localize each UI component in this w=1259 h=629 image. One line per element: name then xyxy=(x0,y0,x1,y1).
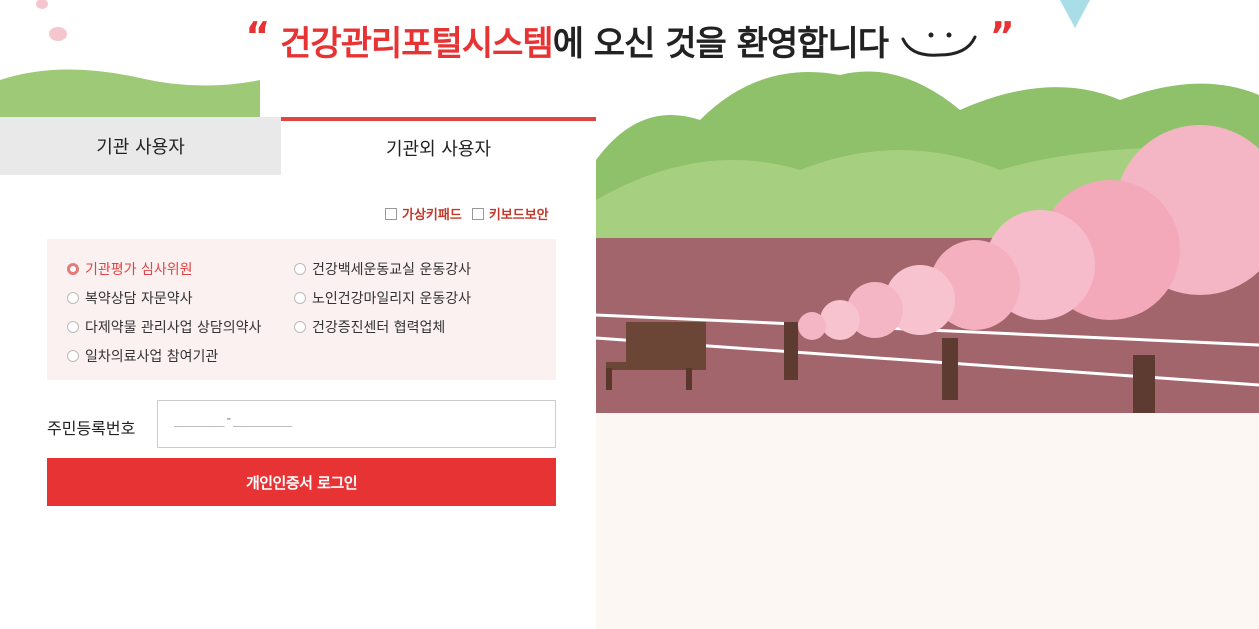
tab-institution-user[interactable]: 기관 사용자 xyxy=(0,117,281,175)
checkbox-icon xyxy=(471,207,484,220)
smile-icon xyxy=(901,32,977,57)
login-button-label: 개인인증서 로그인 xyxy=(245,473,358,492)
tab-label: 기관외 사용자 xyxy=(385,139,492,160)
keyboard-security-label: 키보드보안 xyxy=(488,208,549,223)
tab-non-institution-user[interactable]: 기관외 사용자 xyxy=(281,117,596,175)
tab-label: 기관 사용자 xyxy=(96,137,185,158)
lower-pane xyxy=(596,413,1259,629)
certificate-login-button[interactable]: 개인인증서 로그인 xyxy=(47,458,556,506)
virtual-keypad-checkbox[interactable]: 가상키패드 xyxy=(385,204,462,223)
radio-icon xyxy=(294,321,306,333)
brand-name: 건강관리포털시스템 xyxy=(280,24,554,64)
role-radio-evaluator[interactable]: 기관평가 심사위원 xyxy=(67,259,193,279)
radio-icon xyxy=(294,292,306,304)
login-panel: 기관 사용자 기관외 사용자 가상키패드 키보드보안 기관평가 심사위원 건강백… xyxy=(0,117,596,629)
rrn-input[interactable]: ______-_______ xyxy=(157,400,556,448)
quote-open: “ xyxy=(245,14,270,58)
quote-close: ” xyxy=(989,14,1015,58)
radio-icon xyxy=(67,350,79,362)
role-label: 복약상담 자문약사 xyxy=(85,291,193,307)
role-radio-pharmacist[interactable]: 복약상담 자문약사 xyxy=(67,288,193,308)
role-label: 건강증진센터 협력업체 xyxy=(312,320,446,336)
role-radio-primary-care[interactable]: 일차의료사업 참여기관 xyxy=(67,346,218,366)
role-label: 일차의료사업 참여기관 xyxy=(85,349,219,365)
virtual-keypad-label: 가상키패드 xyxy=(402,208,462,223)
user-type-tabs: 기관 사용자 기관외 사용자 xyxy=(0,117,596,175)
radio-icon xyxy=(294,263,306,275)
role-label: 건강백세운동교실 운동강사 xyxy=(312,262,472,278)
role-label: 노인건강마일리지 운동강사 xyxy=(312,291,472,307)
role-radio-mileage-instructor[interactable]: 노인건강마일리지 운동강사 xyxy=(294,288,471,308)
role-selection: 기관평가 심사위원 건강백세운동교실 운동강사 복약상담 자문약사 노인건강마일… xyxy=(47,239,556,380)
page-title: “ 건강관리포털시스템에 오신 것을 환영합니다 ” xyxy=(0,14,1259,65)
role-radio-exercise-instructor[interactable]: 건강백세운동교실 운동강사 xyxy=(294,259,471,279)
role-radio-partner[interactable]: 건강증진센터 협력업체 xyxy=(294,317,445,337)
security-options: 가상키패드 키보드보안 xyxy=(385,204,549,223)
role-label: 다제약물 관리사업 상담의약사 xyxy=(85,320,262,336)
radio-icon xyxy=(67,321,79,333)
welcome-text: 에 오신 것을 환영합니다 xyxy=(552,24,889,64)
checkbox-icon xyxy=(385,207,397,220)
role-radio-polypharmacy[interactable]: 다제약물 관리사업 상담의약사 xyxy=(67,317,261,337)
radio-icon xyxy=(67,292,79,304)
keyboard-security-checkbox[interactable]: 키보드보안 xyxy=(471,204,549,223)
rrn-label: 주민등록번호 xyxy=(47,419,136,438)
role-label: 기관평가 심사위원 xyxy=(85,262,193,278)
radio-icon xyxy=(67,263,79,275)
